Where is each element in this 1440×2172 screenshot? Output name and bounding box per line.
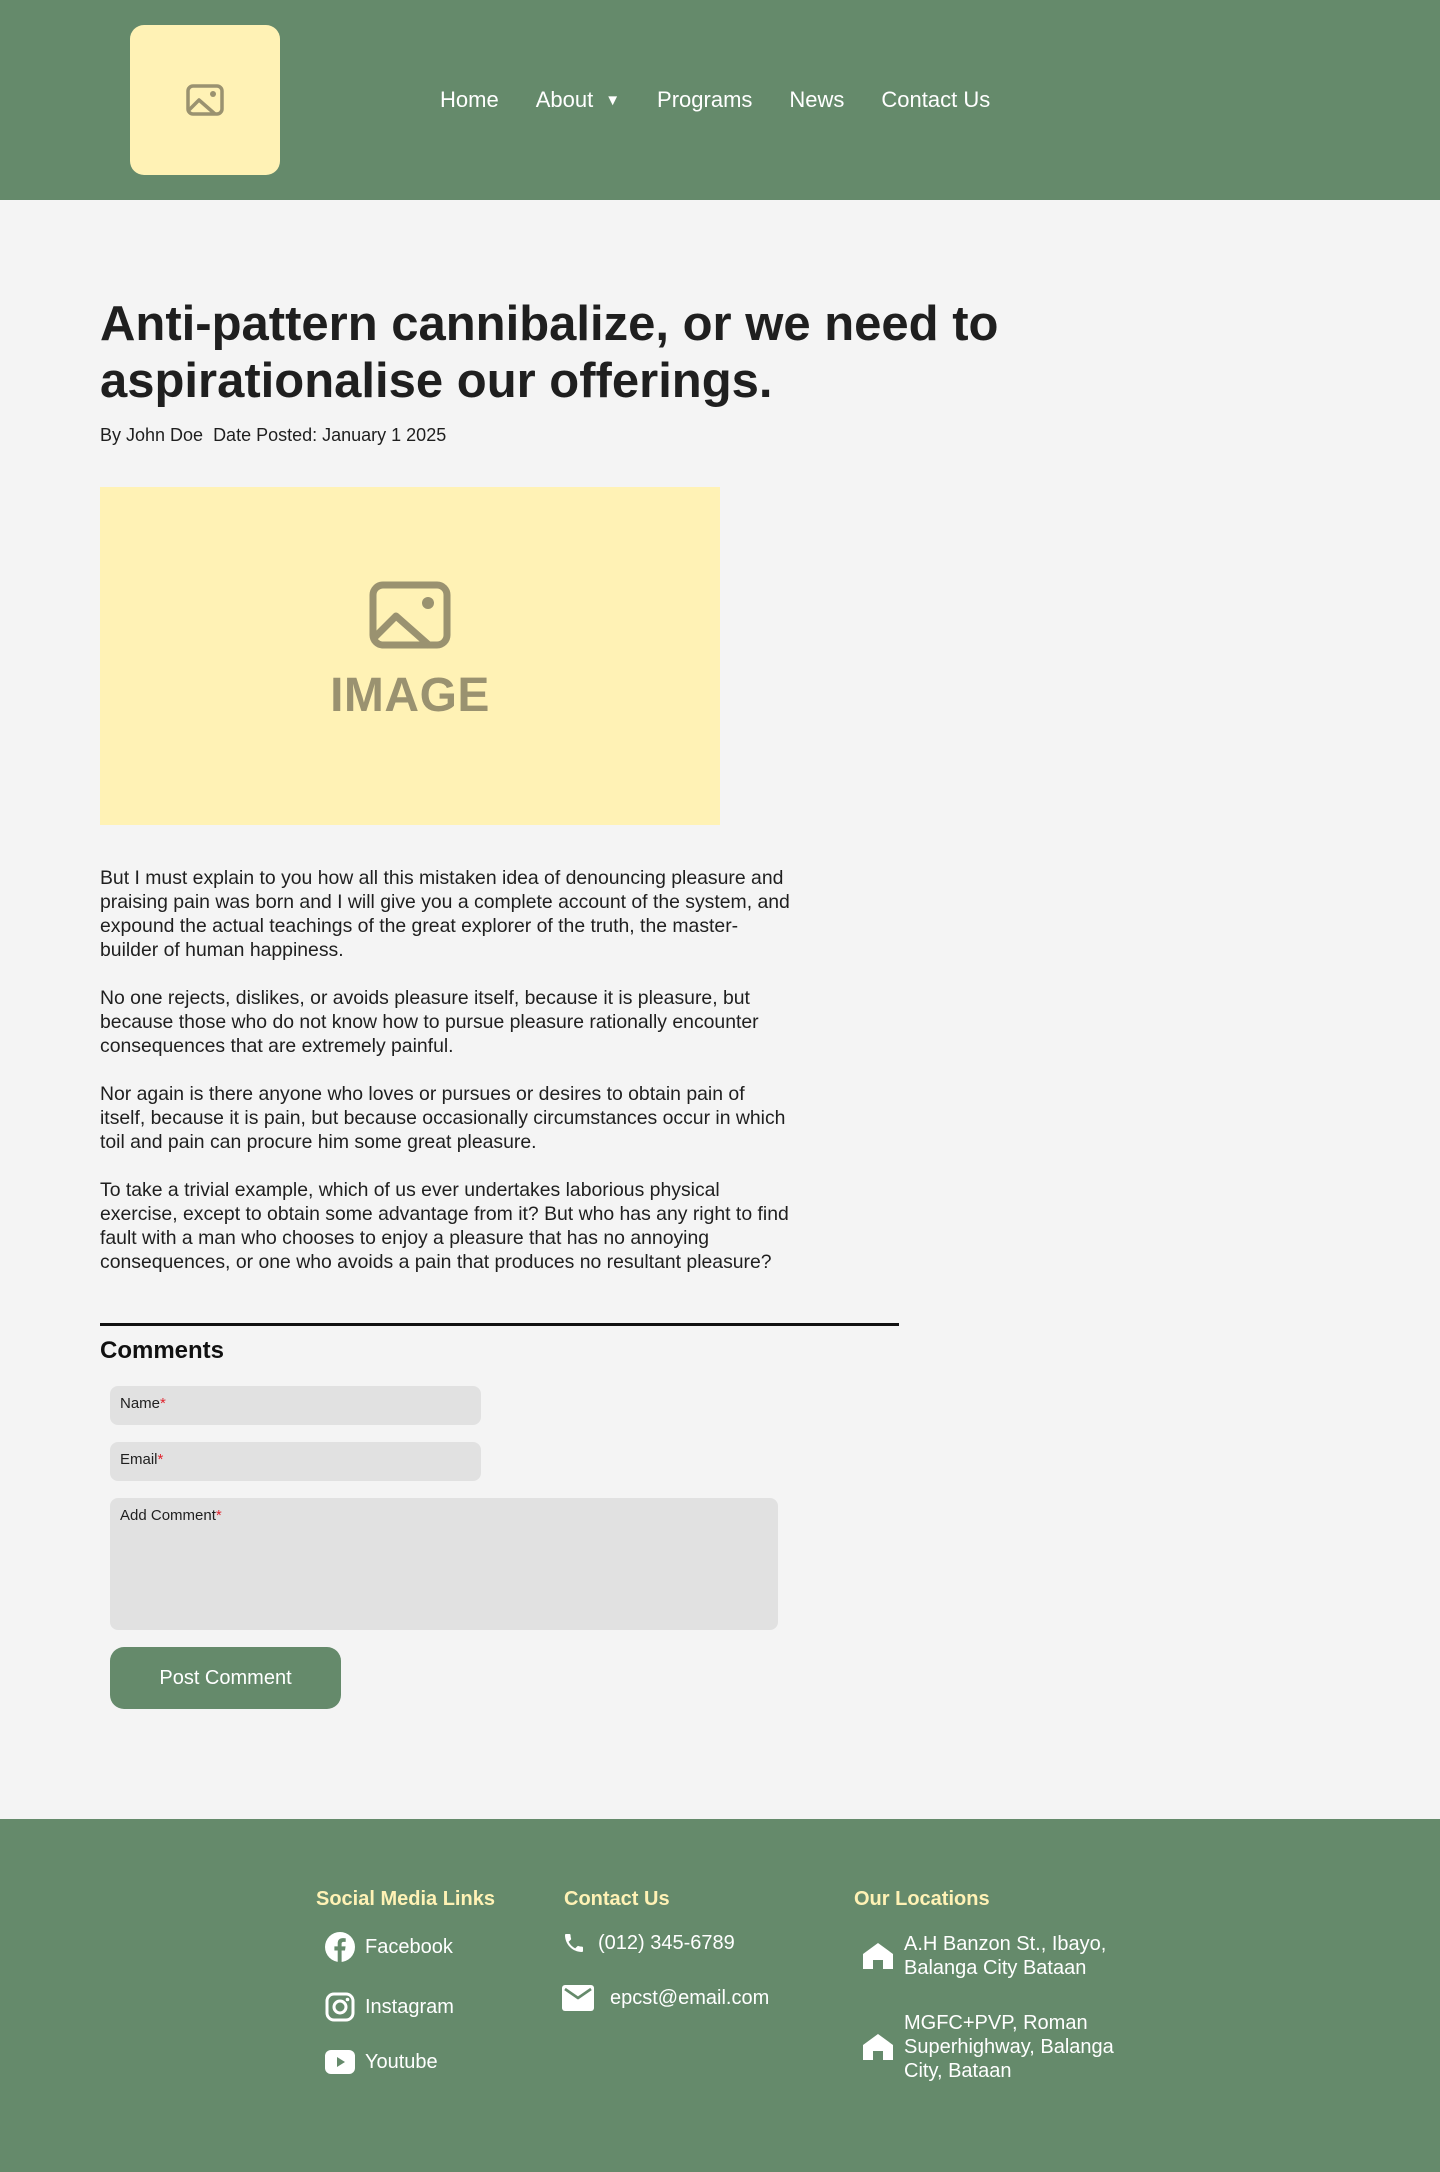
required-mark: * xyxy=(157,1451,164,1468)
youtube-label: Youtube xyxy=(365,2050,438,2073)
location-address: MGFC+PVP, Roman Superhighway, Balanga Ci… xyxy=(904,2012,1114,2082)
email-address: epcst@email.com xyxy=(610,1986,770,2009)
site-logo[interactable] xyxy=(130,25,280,175)
home-icon xyxy=(863,2034,893,2060)
nav-programs-label: Programs xyxy=(657,87,753,112)
location-item: MGFC+PVP, Roman Superhighway, Balanga Ci… xyxy=(862,2011,1144,2083)
name-field[interactable]: Name* xyxy=(110,1386,481,1425)
image-label: IMAGE xyxy=(330,668,490,722)
nav-news-label: News xyxy=(789,87,845,112)
paragraph: To take a trivial example, which of us e… xyxy=(100,1179,789,1273)
youtube-link[interactable]: Youtube xyxy=(325,2050,438,2074)
facebook-label: Facebook xyxy=(365,1935,453,1958)
comment-textarea[interactable]: Add Comment* xyxy=(110,1498,778,1630)
phone-number: (012) 345-6789 xyxy=(598,1931,735,1954)
paragraph: No one rejects, dislikes, or avoids plea… xyxy=(100,987,759,1057)
article-image: IMAGE xyxy=(100,487,720,825)
byline: By John Doe Date Posted: January 1 2025 xyxy=(100,425,446,446)
post-comment-button[interactable]: Post Comment xyxy=(110,1647,341,1709)
footer-social-column: Social Media Links xyxy=(316,1888,495,1911)
nav-programs[interactable]: Programs xyxy=(657,87,752,113)
locations-title: Our Locations xyxy=(854,1888,990,1910)
social-title: Social Media Links xyxy=(316,1888,495,1910)
nav-home[interactable]: Home xyxy=(440,87,499,113)
author: By John Doe xyxy=(100,425,204,445)
article-title: Anti-pattern cannibalize, or we need to … xyxy=(100,297,999,408)
instagram-link[interactable]: Instagram xyxy=(325,1992,454,2022)
youtube-icon xyxy=(325,2050,355,2074)
nav-contact-label: Contact Us xyxy=(881,87,991,112)
nav-about-label: About xyxy=(535,87,594,112)
comments-divider xyxy=(100,1323,899,1326)
facebook-link[interactable]: Facebook xyxy=(325,1932,453,1962)
facebook-icon xyxy=(325,1932,355,1962)
instagram-label: Instagram xyxy=(365,1995,454,2018)
footer-locations-column: Our Locations xyxy=(854,1888,990,1911)
home-icon xyxy=(863,1943,893,1969)
required-mark: * xyxy=(160,1395,166,1412)
post-date: Date Posted: January 1 2025 xyxy=(213,425,447,445)
comments-title: Comments xyxy=(100,1337,225,1364)
email-field[interactable]: Email* xyxy=(110,1442,481,1481)
paragraph: Nor again is there anyone who loves or p… xyxy=(100,1083,786,1153)
name-field-label: Name xyxy=(120,1395,161,1412)
post-comment-label: Post Comment xyxy=(159,1666,292,1689)
nav-news[interactable]: News xyxy=(789,87,844,113)
required-mark: * xyxy=(215,1507,222,1524)
nav-about[interactable]: About ▼ xyxy=(536,87,620,113)
footer-contact-column: Contact Us xyxy=(564,1888,670,1911)
nav-contact-us[interactable]: Contact Us xyxy=(881,87,990,113)
phone-icon xyxy=(565,1934,583,1952)
location-item: A.H Banzon St., Ibayo, Balanga City Bata… xyxy=(862,1932,1144,1980)
contact-title: Contact Us xyxy=(564,1888,670,1910)
comment-field-label: Add Comment xyxy=(120,1507,216,1524)
image-placeholder-icon xyxy=(186,84,224,116)
email-field-label: Email xyxy=(120,1451,158,1468)
instagram-icon xyxy=(325,1992,355,2022)
location-address: A.H Banzon St., Ibayo, Balanga City Bata… xyxy=(904,1933,1107,1979)
email-link[interactable]: epcst@email.com xyxy=(562,1985,769,2011)
paragraph: But I must explain to you how all this m… xyxy=(100,867,790,961)
main-nav: Home About ▼ Programs News Contact Us xyxy=(440,0,1027,200)
image-placeholder-icon xyxy=(369,581,451,649)
phone-link[interactable]: (012) 345-6789 xyxy=(562,1931,735,1955)
site-header: Home About ▼ Programs News Contact Us xyxy=(0,0,1440,200)
caret-down-icon: ▼ xyxy=(605,91,621,109)
mail-icon xyxy=(562,1985,594,2011)
article-body: But I must explain to you how all this m… xyxy=(100,866,790,1298)
nav-home-label: Home xyxy=(440,87,499,112)
